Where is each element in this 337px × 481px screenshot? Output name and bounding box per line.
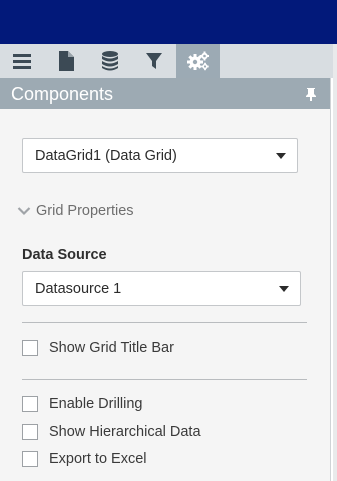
data-source-select-value: Datasource 1: [35, 281, 122, 297]
menu-icon: [13, 54, 31, 69]
database-icon: [102, 51, 118, 71]
checkbox-box[interactable]: [22, 396, 38, 412]
pin-icon[interactable]: [305, 87, 317, 106]
panel-header: Components: [0, 78, 330, 109]
gears-icon: [187, 51, 209, 71]
data-source-select[interactable]: Datasource 1: [22, 271, 301, 306]
chevron-down-icon: [276, 153, 286, 159]
checkbox-box[interactable]: [22, 424, 38, 440]
tab-menu[interactable]: [0, 44, 44, 78]
show-grid-title-bar-checkbox[interactable]: Show Grid Title Bar: [22, 340, 174, 356]
tab-database[interactable]: [88, 44, 132, 78]
grid-properties-label: Grid Properties: [36, 203, 134, 219]
chevron-down-icon: [17, 207, 31, 216]
component-select-value: DataGrid1 (Data Grid): [35, 148, 177, 164]
data-source-label: Data Source: [22, 247, 107, 263]
component-select[interactable]: DataGrid1 (Data Grid): [22, 138, 298, 173]
filter-icon: [146, 53, 162, 69]
checkbox-box[interactable]: [22, 340, 38, 356]
tab-filter[interactable]: [132, 44, 176, 78]
tab-bar: [0, 44, 333, 78]
show-hierarchical-data-checkbox[interactable]: Show Hierarchical Data: [22, 424, 201, 440]
top-banner: [0, 0, 337, 44]
divider: [22, 322, 307, 323]
document-icon: [59, 51, 74, 71]
checkbox-label: Enable Drilling: [49, 396, 143, 412]
export-to-excel-checkbox[interactable]: Export to Excel: [22, 451, 147, 467]
checkbox-label: Show Hierarchical Data: [49, 424, 201, 440]
components-panel: Components DataGrid1 (Data Grid) Grid Pr…: [0, 78, 331, 481]
grid-properties-toggle[interactable]: Grid Properties: [17, 203, 134, 219]
tab-document[interactable]: [44, 44, 88, 78]
checkbox-box[interactable]: [22, 451, 38, 467]
chevron-down-icon: [279, 286, 289, 292]
enable-drilling-checkbox[interactable]: Enable Drilling: [22, 396, 143, 412]
panel-title: Components: [11, 84, 114, 104]
divider: [22, 379, 307, 380]
tab-components[interactable]: [176, 44, 220, 78]
background-strip: [333, 44, 337, 481]
checkbox-label: Export to Excel: [49, 451, 147, 467]
checkbox-label: Show Grid Title Bar: [49, 340, 174, 356]
